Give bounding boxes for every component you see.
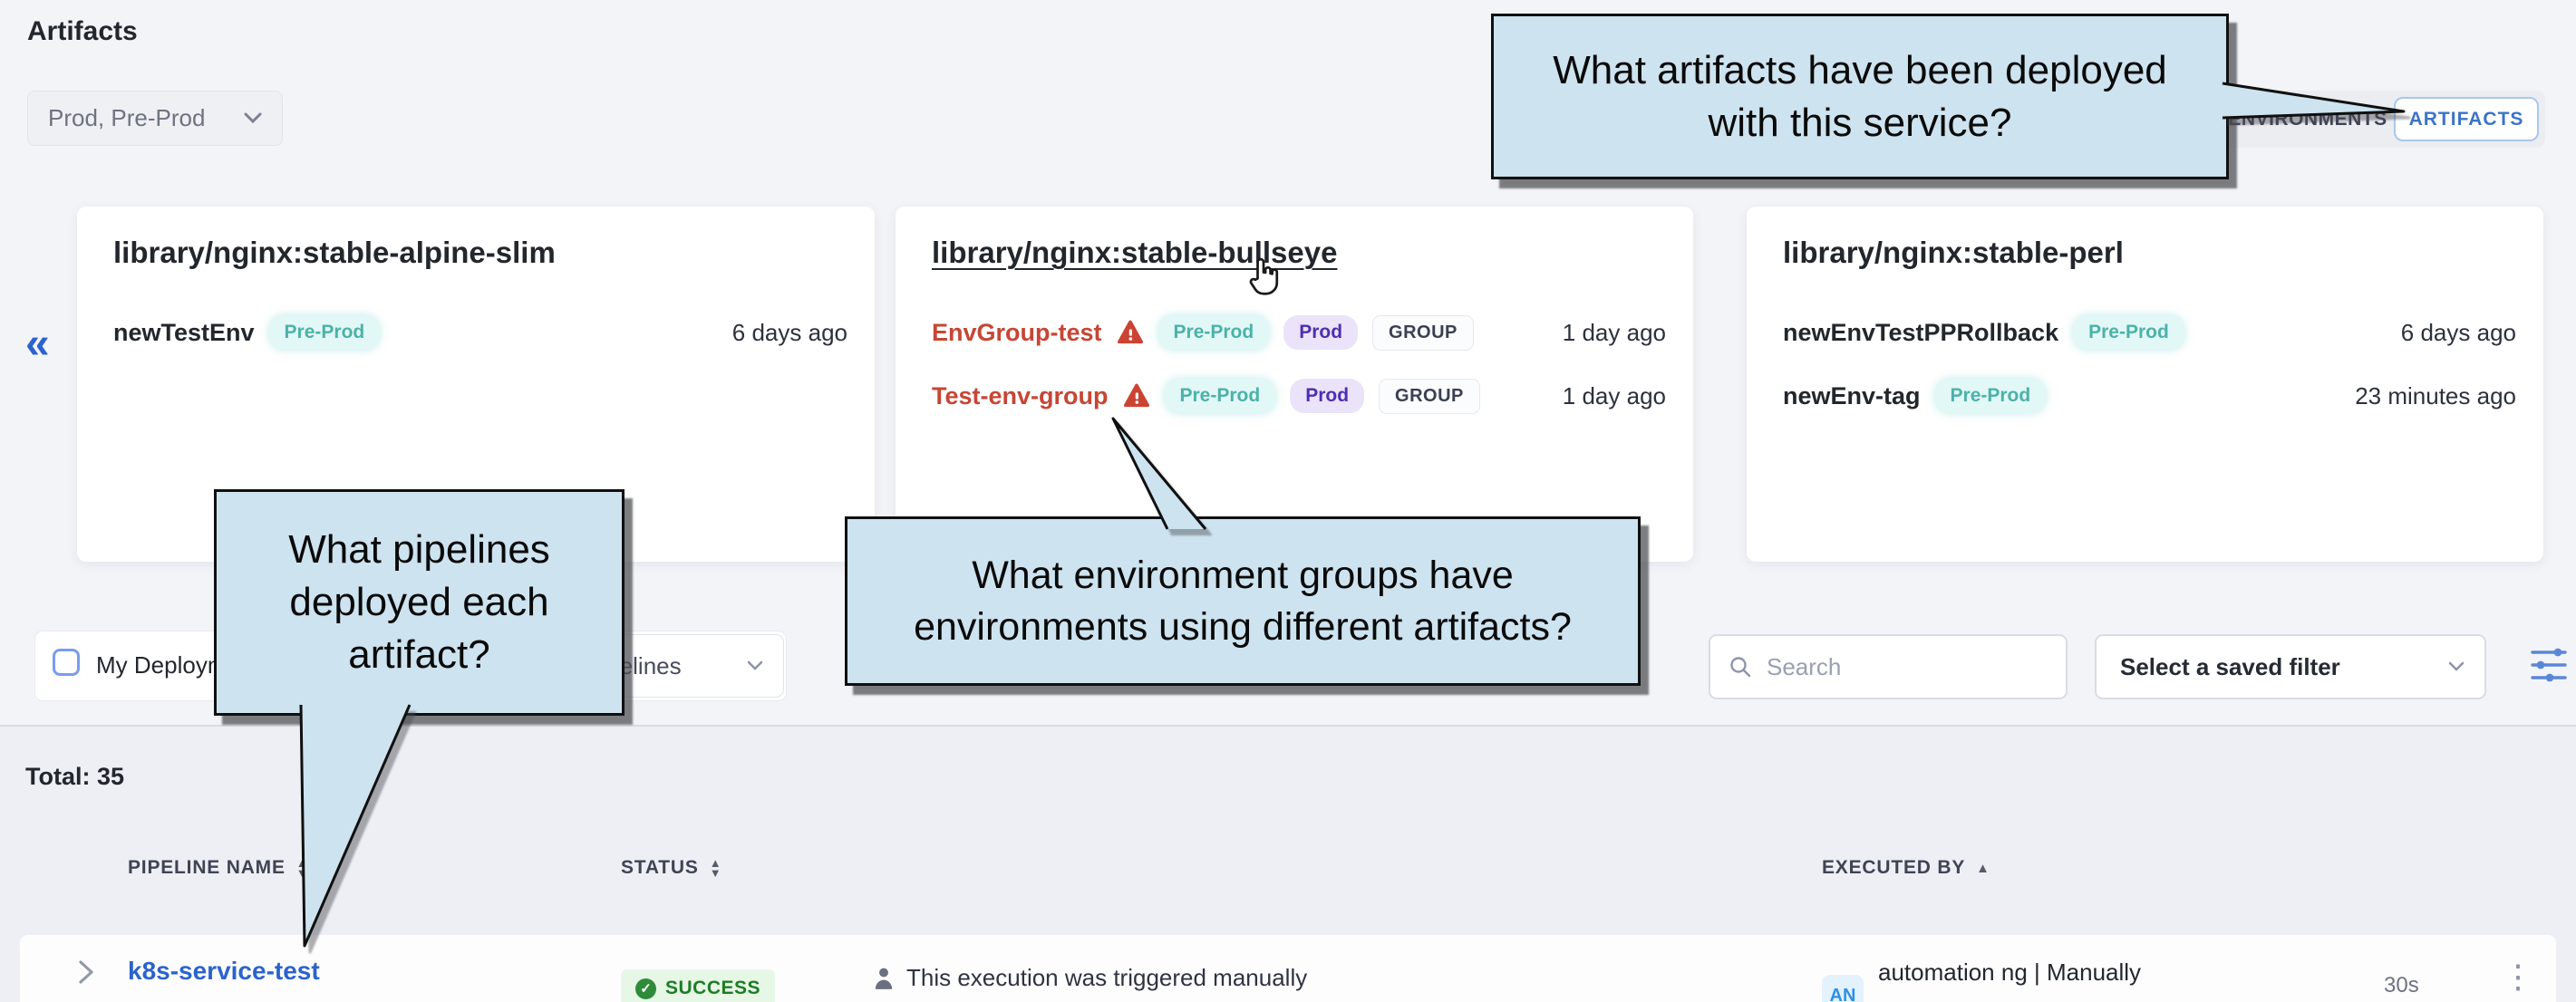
- search-box[interactable]: [1709, 634, 2068, 699]
- total-count: Total: 35: [25, 763, 124, 791]
- chevron-down-icon: [2448, 661, 2465, 672]
- environment-scope-select[interactable]: Prod, Pre-Prod: [27, 91, 283, 146]
- callout-line: What artifacts have been deployed: [1553, 44, 2167, 97]
- env-type-badge: Pre-Prod: [1935, 379, 2047, 413]
- saved-filter-dropdown[interactable]: Select a saved filter: [2095, 634, 2486, 699]
- warning-icon: [1123, 383, 1150, 409]
- my-deployments-checkbox[interactable]: [53, 649, 80, 676]
- artifact-card: library/nginx:stable-perl newEnvTestPPRo…: [1747, 207, 2543, 562]
- environment-row[interactable]: newTestEnv Pre-Prod 6 days ago: [113, 310, 847, 355]
- column-header-executed-by[interactable]: EXECUTED BY ▲: [1822, 857, 1990, 879]
- trigger-text: This execution was triggered manually: [906, 964, 1307, 992]
- callout-line: deployed each: [289, 576, 548, 629]
- warning-icon: [1117, 320, 1144, 345]
- environment-group-row[interactable]: Test-env-group Pre-Prod Prod GROUP 1 day…: [932, 373, 1666, 419]
- sort-ascending-icon: ▲: [1976, 861, 1990, 876]
- status-badge: ✓ SUCCESS: [621, 969, 775, 1002]
- executed-by-text: automation ng | Manually: [1878, 959, 2141, 987]
- chevron-down-icon: [244, 112, 262, 124]
- environment-row[interactable]: newEnv-tag Pre-Prod 23 minutes ago: [1783, 373, 2516, 419]
- environment-name: newTestEnv: [113, 319, 255, 347]
- hand-cursor-icon: [1244, 254, 1282, 297]
- env-type-badge: Pre-Prod: [2073, 315, 2184, 350]
- pipeline-name-link[interactable]: k8s-service-test: [128, 957, 320, 986]
- environment-name: newEnv-tag: [1783, 382, 1921, 410]
- service-artifacts-page: Artifacts Prod, Pre-Prod « library/nginx…: [0, 0, 2576, 1002]
- env-type-badge: Prod: [1283, 315, 1358, 350]
- column-header-pipeline-name[interactable]: PIPELINE NAME ▲▼: [128, 857, 308, 879]
- env-group-badge: GROUP: [1379, 379, 1480, 414]
- column-header-label: EXECUTED BY: [1822, 857, 1965, 879]
- env-type-badge: Pre-Prod: [1158, 315, 1270, 350]
- callout-line: What pipelines: [288, 524, 550, 576]
- environment-group-name: EnvGroup-test: [932, 319, 1102, 347]
- artifact-name-link[interactable]: library/nginx:stable-alpine-slim: [113, 236, 556, 270]
- column-header-label: PIPELINE NAME: [128, 857, 286, 879]
- artifact-card: library/nginx:stable-bullseye EnvGroup-t…: [896, 207, 1693, 562]
- tab-artifacts[interactable]: ARTIFACTS: [2394, 97, 2539, 141]
- environment-group-row[interactable]: EnvGroup-test Pre-Prod Prod GROUP 1 day …: [932, 310, 1666, 355]
- env-group-badge: GROUP: [1372, 315, 1474, 351]
- env-type-badge: Pre-Prod: [1165, 379, 1276, 413]
- environment-scope-value: Prod, Pre-Prod: [48, 104, 205, 132]
- env-type-badge: Pre-Prod: [269, 315, 381, 350]
- trigger-info: This execution was triggered manually: [872, 964, 1307, 992]
- environment-group-name: Test-env-group: [932, 382, 1109, 410]
- env-type-badge: Prod: [1290, 379, 1364, 413]
- saved-filter-value: Select a saved filter: [2120, 653, 2340, 681]
- search-input[interactable]: [1765, 652, 2040, 682]
- deploy-time: 6 days ago: [732, 319, 847, 347]
- deploy-time: 1 day ago: [1563, 382, 1666, 410]
- callout-line: What environment groups have: [972, 550, 1514, 602]
- tab-environments[interactable]: ENVIRONMENTS: [2218, 91, 2397, 148]
- execution-duration: 30s: [2384, 973, 2419, 998]
- status-label: SUCCESS: [665, 978, 760, 999]
- callout-env-groups-question: What environment groups have environment…: [845, 516, 1641, 686]
- search-icon: [1729, 655, 1752, 679]
- collapse-panel-icon[interactable]: «: [25, 323, 50, 366]
- deploy-time: 1 day ago: [1563, 319, 1666, 347]
- row-expander-chevron-icon[interactable]: [74, 957, 98, 988]
- row-menu-icon[interactable]: ⋮: [2502, 959, 2534, 995]
- avatar: AN: [1822, 975, 1864, 1002]
- artifact-name-link[interactable]: library/nginx:stable-perl: [1783, 236, 2124, 270]
- column-header-status[interactable]: STATUS ▲▼: [621, 857, 721, 879]
- chevron-down-icon: [747, 660, 763, 671]
- filter-settings-icon[interactable]: [2527, 643, 2571, 690]
- sort-icon: ▲▼: [710, 858, 722, 878]
- callout-line: environments using different artifacts?: [914, 602, 1572, 653]
- environment-name: newEnvTestPPRollback: [1783, 319, 2058, 347]
- column-header-label: STATUS: [621, 857, 699, 879]
- deploy-time: 6 days ago: [2401, 319, 2516, 347]
- callout-pipelines-question: What pipelines deployed each artifact?: [214, 489, 625, 716]
- deploy-time: 23 minutes ago: [2355, 382, 2516, 410]
- user-icon: [872, 966, 896, 991]
- success-check-icon: ✓: [635, 978, 656, 999]
- environment-row[interactable]: newEnvTestPPRollback Pre-Prod 6 days ago: [1783, 310, 2516, 355]
- sort-icon: ▲▼: [296, 858, 309, 878]
- callout-line: with this service?: [1708, 97, 2011, 149]
- page-title: Artifacts: [27, 16, 138, 47]
- callout-line: artifact?: [348, 629, 490, 681]
- callout-artifacts-question: What artifacts have been deployed with t…: [1491, 14, 2229, 179]
